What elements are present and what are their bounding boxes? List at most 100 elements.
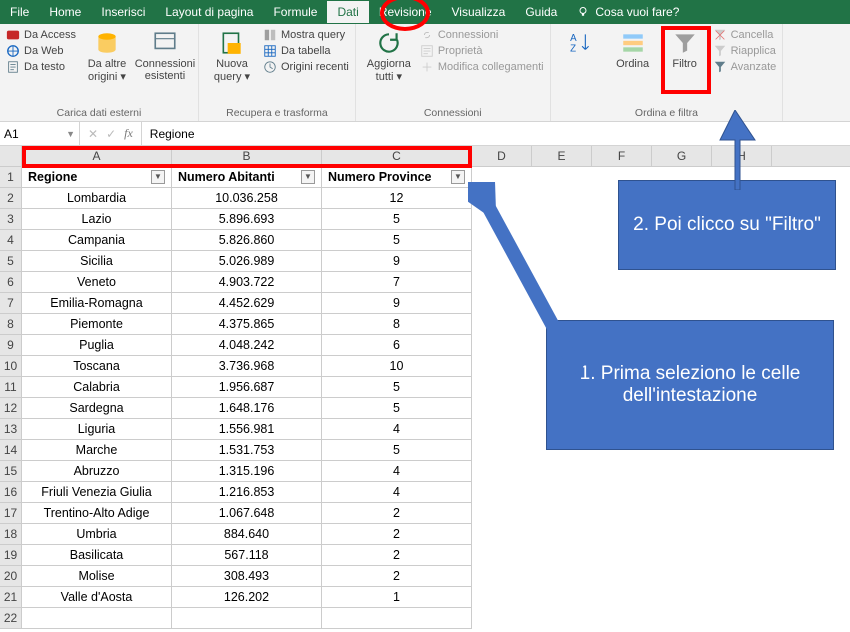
cell[interactable]: 5 [322, 377, 472, 398]
cell[interactable]: Emilia-Romagna [22, 293, 172, 314]
menu-tab-inserisci[interactable]: Inserisci [91, 1, 155, 23]
cell[interactable]: 1 [322, 587, 472, 608]
menu-tab-revisione[interactable]: Revisione [369, 1, 442, 23]
menu-tab-home[interactable]: Home [39, 1, 91, 23]
cell[interactable]: 7 [322, 272, 472, 293]
row-header[interactable]: 14 [0, 440, 22, 461]
row-header[interactable]: 22 [0, 608, 22, 629]
btn-filtro[interactable]: Filtro [661, 28, 709, 72]
cell[interactable]: 1.067.648 [172, 503, 322, 524]
row-header[interactable]: 12 [0, 398, 22, 419]
cell[interactable]: Lazio [22, 209, 172, 230]
cell[interactable]: 2 [322, 566, 472, 587]
cell[interactable]: 1.956.687 [172, 377, 322, 398]
cell[interactable]: 10 [322, 356, 472, 377]
row-header[interactable]: 11 [0, 377, 22, 398]
cell[interactable]: 2 [322, 503, 472, 524]
cell[interactable]: 9 [322, 251, 472, 272]
btn-ordina[interactable]: Ordina [609, 28, 657, 72]
col-header-E[interactable]: E [532, 146, 592, 166]
row-header[interactable]: 8 [0, 314, 22, 335]
cell[interactable]: 5 [322, 440, 472, 461]
cell[interactable]: 4.452.629 [172, 293, 322, 314]
fx-icon[interactable]: fx [124, 126, 133, 141]
cell[interactable]: 2 [322, 524, 472, 545]
cell[interactable]: 3.736.968 [172, 356, 322, 377]
select-all-corner[interactable] [0, 146, 22, 166]
row-header[interactable]: 3 [0, 209, 22, 230]
btn-da-access[interactable]: Da Access [6, 28, 76, 42]
btn-aggiorna-tutti[interactable]: Aggiorna tutti ▾ [362, 28, 416, 85]
cell[interactable]: Liguria [22, 419, 172, 440]
cell[interactable] [172, 608, 322, 629]
empty-cells[interactable] [472, 587, 772, 608]
cell[interactable]: Basilicata [22, 545, 172, 566]
col-header-H[interactable]: H [712, 146, 772, 166]
col-header-F[interactable]: F [592, 146, 652, 166]
empty-cells[interactable] [472, 503, 772, 524]
menu-tab-layout[interactable]: Layout di pagina [155, 1, 263, 23]
cell[interactable]: 10.036.258 [172, 188, 322, 209]
row-header[interactable]: 6 [0, 272, 22, 293]
cell[interactable]: Puglia [22, 335, 172, 356]
filter-dropdown-icon[interactable]: ▼ [301, 170, 315, 184]
header-cell-b[interactable]: Numero Abitanti▼ [172, 167, 322, 188]
cell[interactable]: 5.896.693 [172, 209, 322, 230]
cell[interactable]: Lombardia [22, 188, 172, 209]
filter-dropdown-icon[interactable]: ▼ [151, 170, 165, 184]
btn-sort-az[interactable]: AZ [557, 28, 605, 58]
cell[interactable]: Abruzzo [22, 461, 172, 482]
cell[interactable]: 4.048.242 [172, 335, 322, 356]
row-header[interactable]: 2 [0, 188, 22, 209]
cell[interactable]: Valle d'Aosta [22, 587, 172, 608]
header-cell-a[interactable]: Regione▼ [22, 167, 172, 188]
cell[interactable]: 4 [322, 461, 472, 482]
row-header[interactable]: 17 [0, 503, 22, 524]
cell[interactable]: 8 [322, 314, 472, 335]
cell[interactable]: Calabria [22, 377, 172, 398]
cell[interactable]: 126.202 [172, 587, 322, 608]
col-header-A[interactable]: A [22, 146, 172, 166]
btn-connessioni[interactable]: Connessioni [420, 28, 544, 42]
cell[interactable]: Toscana [22, 356, 172, 377]
cell[interactable]: 4 [322, 419, 472, 440]
btn-da-testo[interactable]: Da testo [6, 60, 76, 74]
btn-da-tabella[interactable]: Da tabella [263, 44, 349, 58]
row-header[interactable]: 4 [0, 230, 22, 251]
cell[interactable]: Sicilia [22, 251, 172, 272]
cell[interactable]: Umbria [22, 524, 172, 545]
cell[interactable]: 1.648.176 [172, 398, 322, 419]
menu-tab-dati[interactable]: Dati [327, 1, 368, 23]
btn-connessioni-esistenti[interactable]: Connessioni esistenti [138, 28, 192, 84]
btn-nuova-query[interactable]: Nuova query ▾ [205, 28, 259, 85]
col-header-G[interactable]: G [652, 146, 712, 166]
col-header-C[interactable]: C [322, 146, 472, 166]
row-header[interactable]: 16 [0, 482, 22, 503]
cell[interactable]: 1.531.753 [172, 440, 322, 461]
cell[interactable]: 2 [322, 545, 472, 566]
menu-tab-file[interactable]: File [0, 1, 39, 23]
row-header[interactable]: 20 [0, 566, 22, 587]
col-header-D[interactable]: D [472, 146, 532, 166]
cell[interactable]: 4 [322, 482, 472, 503]
cell[interactable]: Marche [22, 440, 172, 461]
btn-avanzate[interactable]: Avanzate [713, 60, 777, 74]
btn-origini-recenti[interactable]: Origini recenti [263, 60, 349, 74]
cell[interactable]: 308.493 [172, 566, 322, 587]
cell[interactable]: 9 [322, 293, 472, 314]
filter-dropdown-icon[interactable]: ▼ [451, 170, 465, 184]
cell[interactable]: 567.118 [172, 545, 322, 566]
btn-mostra-query[interactable]: Mostra query [263, 28, 349, 42]
cell[interactable]: 5 [322, 398, 472, 419]
empty-cells[interactable] [472, 566, 772, 587]
cell[interactable]: 4.903.722 [172, 272, 322, 293]
cell[interactable]: Piemonte [22, 314, 172, 335]
empty-cells[interactable] [472, 524, 772, 545]
empty-cells[interactable] [472, 608, 772, 629]
row-header[interactable]: 9 [0, 335, 22, 356]
cell[interactable]: 1.216.853 [172, 482, 322, 503]
cell[interactable]: Friuli Venezia Giulia [22, 482, 172, 503]
cell[interactable]: 5.826.860 [172, 230, 322, 251]
cell[interactable]: Campania [22, 230, 172, 251]
cell[interactable]: 884.640 [172, 524, 322, 545]
